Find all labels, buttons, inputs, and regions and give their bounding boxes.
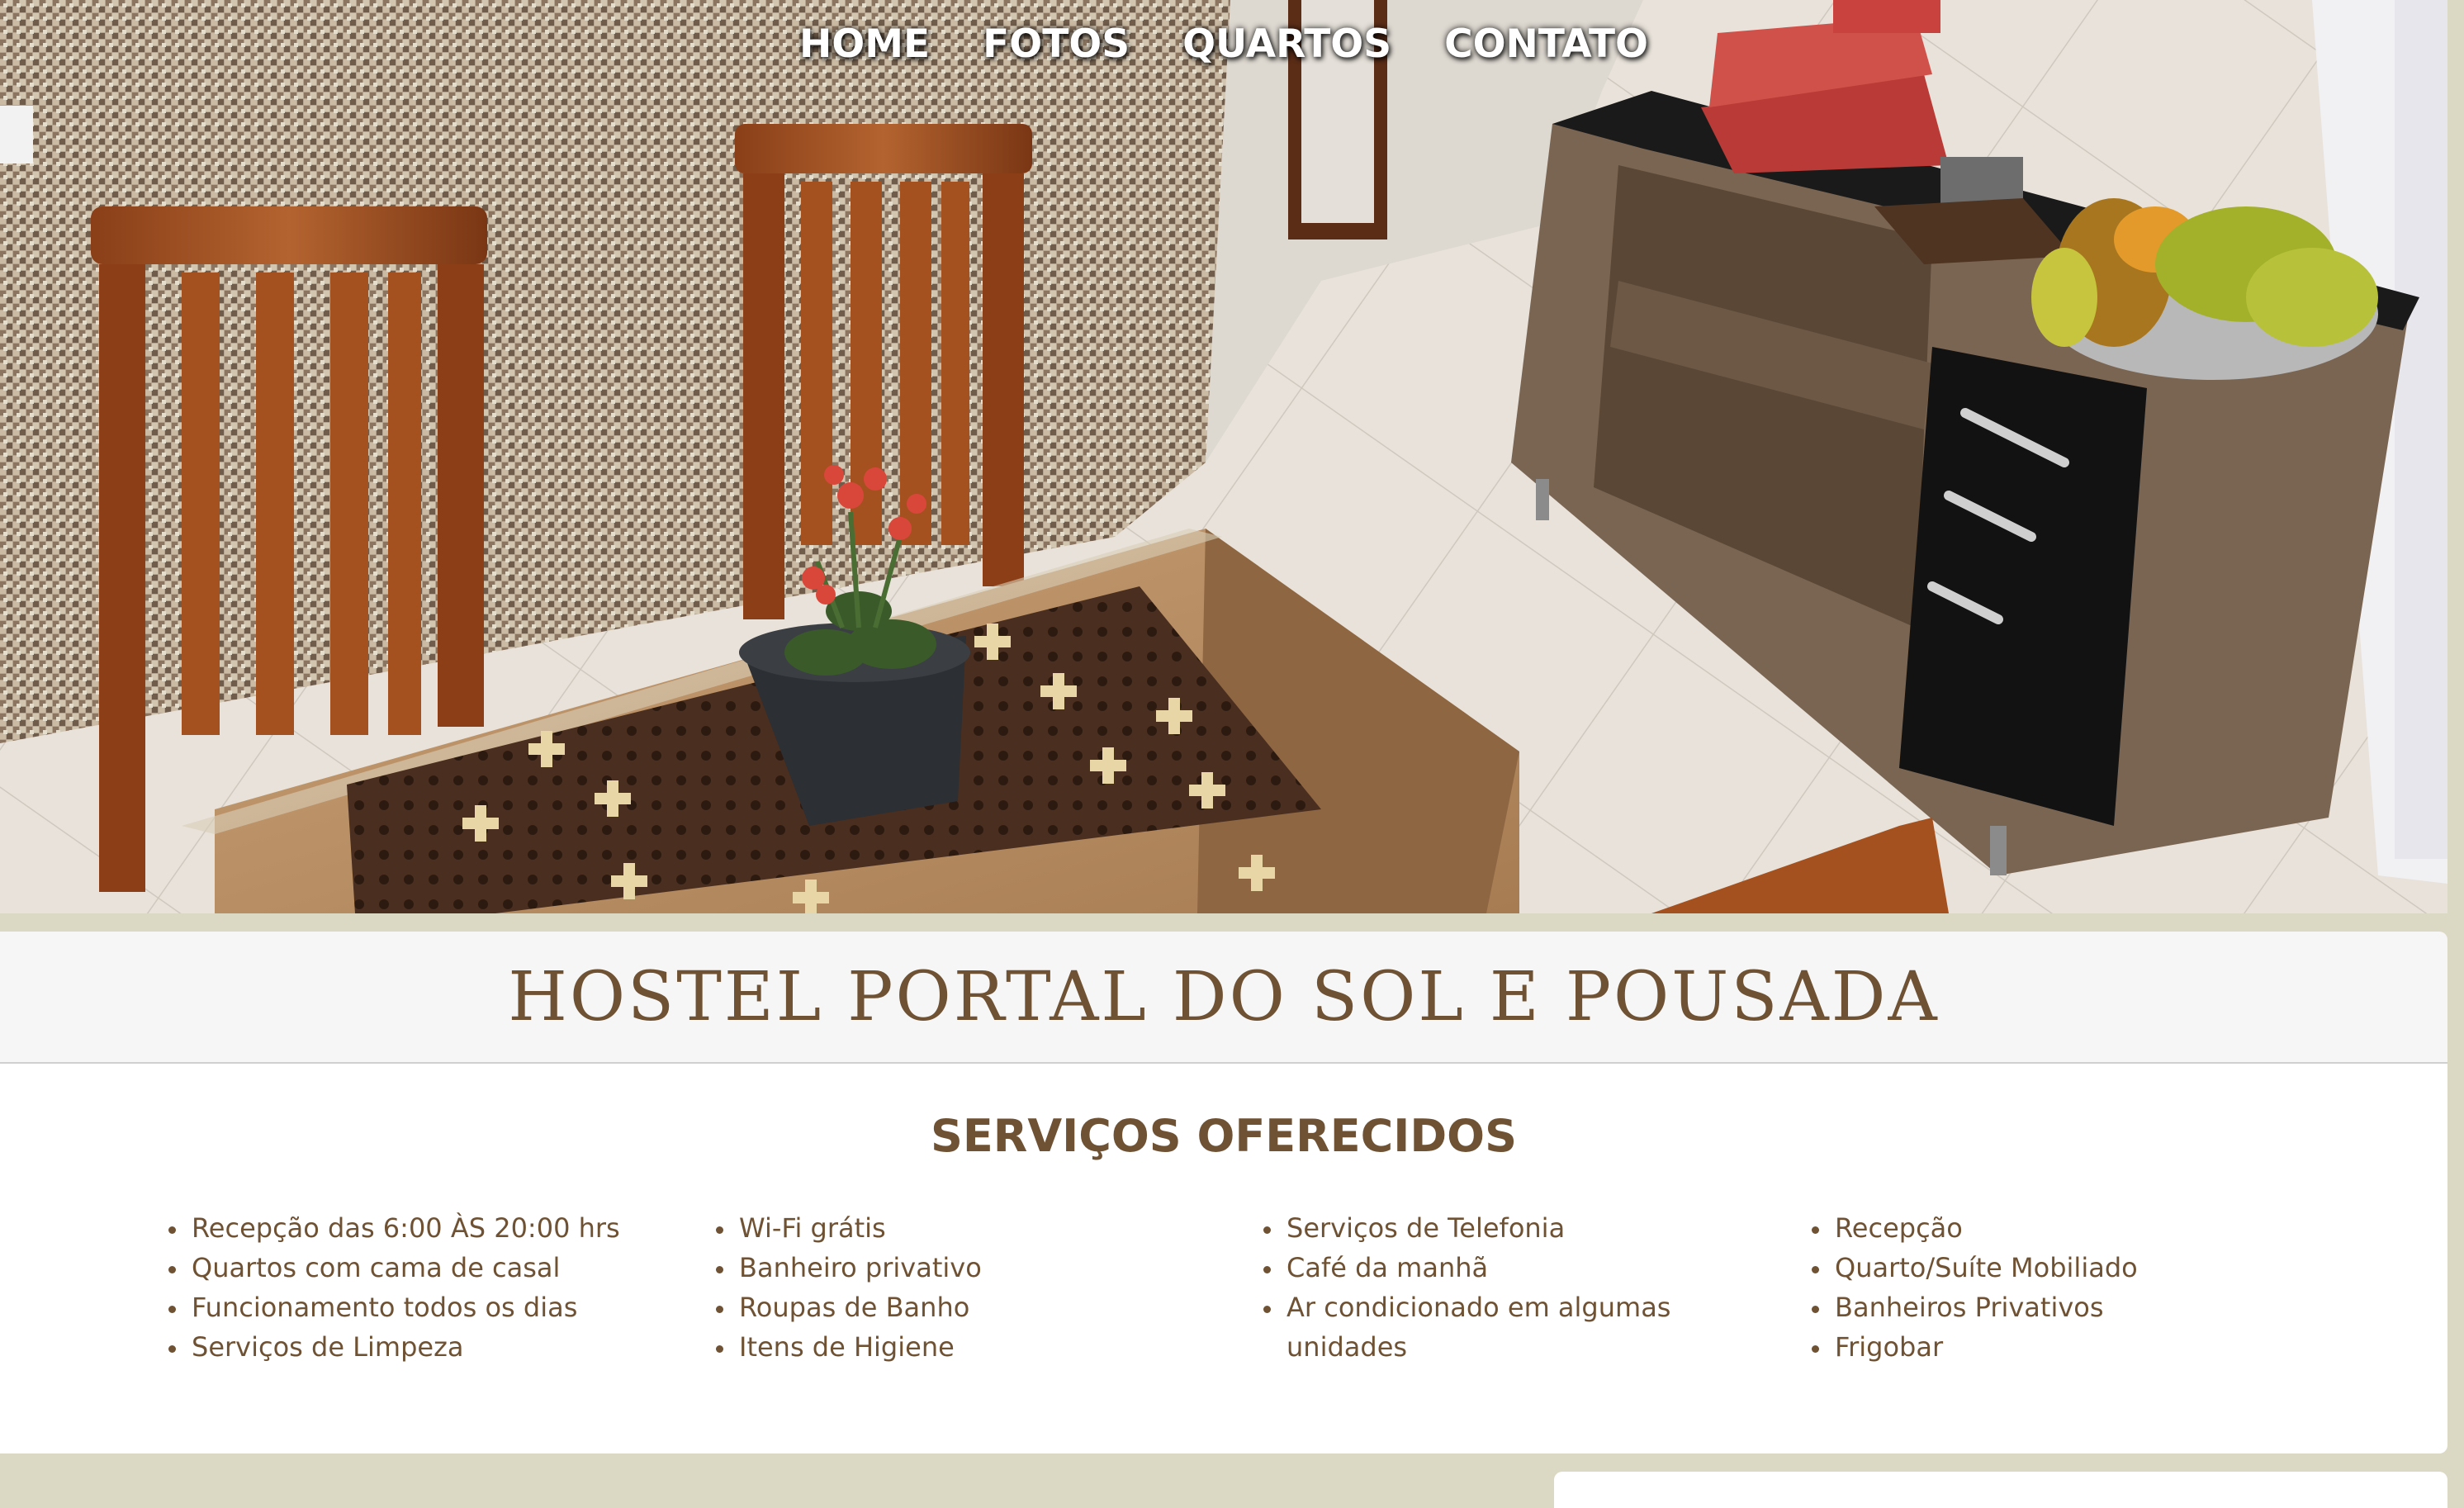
services-list-3: Serviços de Telefonia Café da manhã Ar c… <box>1252 1208 1696 1367</box>
hero-photo-illustration <box>0 0 2447 913</box>
hero-photo: HOME FOTOS QUARTOS CONTATO <box>0 0 2447 913</box>
service-item: Wi-Fi grátis <box>736 1208 1198 1248</box>
service-item: Banheiros Privativos <box>1831 1287 2294 1327</box>
service-item: Roupas de Banho <box>736 1287 1198 1327</box>
service-item: Recepção <box>1831 1208 2294 1248</box>
service-item: Frigobar <box>1831 1327 2294 1367</box>
service-item: Serviços de Telefonia <box>1283 1208 1696 1248</box>
main-nav: HOME FOTOS QUARTOS CONTATO <box>0 18 2447 71</box>
service-item: Recepção das 6:00 ÀS 20:00 hrs <box>188 1208 651 1248</box>
next-section-card <box>1554 1472 2447 1508</box>
service-item: Ar condicionado em algumas unidades <box>1283 1287 1696 1367</box>
service-item: Funcionamento todos os dias <box>188 1287 651 1327</box>
service-item: Café da manhã <box>1283 1248 1696 1287</box>
service-item: Quartos com cama de casal <box>188 1248 651 1287</box>
services-section: SERVIÇOS OFERECIDOS Recepção das 6:00 ÀS… <box>0 1064 2447 1453</box>
services-list-1: Recepção das 6:00 ÀS 20:00 hrs Quartos c… <box>157 1208 651 1367</box>
nav-home-link[interactable]: HOME <box>773 18 956 71</box>
page: HOME FOTOS QUARTOS CONTATO HOSTEL PORTAL… <box>0 0 2464 1508</box>
service-item: Quarto/Suíte Mobiliado <box>1831 1248 2294 1287</box>
nav-contato-link[interactable]: CONTATO <box>1418 18 1675 71</box>
services-list-2: Wi-Fi grátis Banheiro privativo Roupas d… <box>704 1208 1198 1367</box>
title-card: HOSTEL PORTAL DO SOL E POUSADA <box>0 932 2447 1064</box>
nav-fotos-link[interactable]: FOTOS <box>956 18 1156 71</box>
services-list-4: Recepção Quarto/Suíte Mobiliado Banheiro… <box>1800 1208 2294 1367</box>
page-title: HOSTEL PORTAL DO SOL E POUSADA <box>508 957 1940 1036</box>
nav-quartos-link[interactable]: QUARTOS <box>1156 18 1418 71</box>
service-item: Serviços de Limpeza <box>188 1327 651 1367</box>
service-item: Banheiro privativo <box>736 1248 1198 1287</box>
services-heading: SERVIÇOS OFERECIDOS <box>931 1110 1517 1162</box>
service-item: Itens de Higiene <box>736 1327 1198 1367</box>
